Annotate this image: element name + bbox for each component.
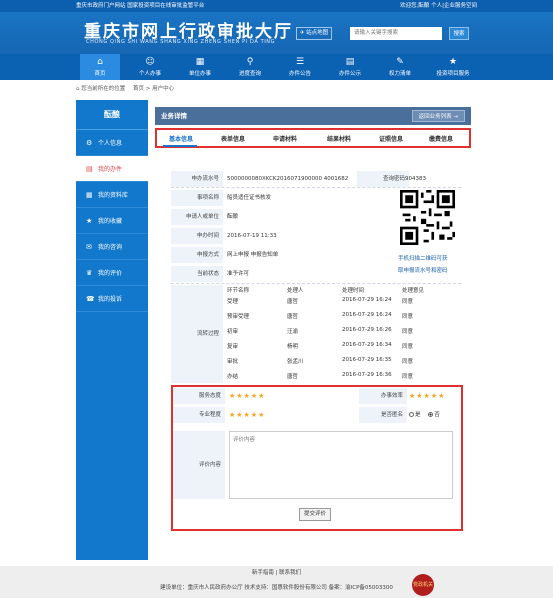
nav-publicity[interactable]: ▤ 办件公示 <box>330 54 370 80</box>
efficiency-stars[interactable]: ★★★★★ <box>409 388 445 404</box>
trophy-icon: ♛ <box>86 269 93 277</box>
government-badge-icon[interactable]: 党政机关 <box>412 574 434 596</box>
breadcrumb-current: 用户中心 <box>152 86 175 92</box>
folder-icon: ▦ <box>86 191 93 199</box>
main-panel: 业务详情 返回业务列表 → 基本信息 表单信息 申请材料 结果材料 证照信息 缴… <box>155 107 471 148</box>
breadcrumb-home[interactable]: 首页 <box>133 86 144 92</box>
divider <box>171 187 461 188</box>
document-icon: ▤ <box>86 165 93 173</box>
nav-personal[interactable]: ☺ 个人办事 <box>130 54 170 80</box>
sidebar-item-consult[interactable]: ✉ 我的咨询 <box>76 234 148 260</box>
person-icon: ☺ <box>145 57 155 67</box>
star-icon: ★ <box>86 217 93 225</box>
nav-power-list[interactable]: ✎ 权力清单 <box>380 54 420 80</box>
footer-info: 建设单位：重庆市人民政府办公厅 技术支持：国惠软件股份有限公司 备案：渝ICP备… <box>160 585 393 591</box>
tab-payment-info[interactable]: 缴费信息 <box>429 134 453 143</box>
sidebar-title: 酝酿 <box>76 100 148 130</box>
nav-notice[interactable]: ☰ 办件公告 <box>280 54 320 80</box>
tab-form-info[interactable]: 表单信息 <box>221 134 245 143</box>
site-logo-pinyin: CHONG QING SHI WANG SHANG XING ZHENG SHE… <box>86 39 276 45</box>
top-bar: 重庆市政府门户网站 国家投资项目在线审批监管平台 欢迎您,酝酿 个人|企业服务空… <box>0 0 553 12</box>
info-row-serial: 申办流水号 5000000080XKCK2016071900000 400168… <box>171 171 461 187</box>
panel-title: 业务详情 <box>161 112 187 120</box>
sidebar-item-complaints[interactable]: ☎ 我的投诉 <box>76 286 148 312</box>
table-row: 受理 唐哲 2016-07-29 16:24 同意 <box>227 297 414 305</box>
document-icon: ▤ <box>345 57 355 67</box>
nav-unit[interactable]: ▦ 单位办事 <box>180 54 220 80</box>
tab-application-materials[interactable]: 申请材料 <box>273 134 297 143</box>
top-links[interactable]: 重庆市政府门户网站 国家投资项目在线审批监管平台 <box>76 0 204 12</box>
query-password: 904383 <box>405 176 426 182</box>
sidebar-item-profile[interactable]: ⚙ 个人信息 <box>76 130 148 156</box>
sidebar-item-favorites[interactable]: ★ 我的收藏 <box>76 208 148 234</box>
active-tab-indicator <box>163 145 197 147</box>
star-icon: ★ <box>448 57 458 67</box>
tab-basic-info[interactable]: 基本信息 <box>169 134 193 143</box>
divider <box>171 283 461 284</box>
table-row: 预审受理 唐哲 2016-07-29 16:24 同意 <box>227 312 414 320</box>
anonymous-no-radio[interactable] <box>428 412 434 417</box>
phone-icon: ☎ <box>86 295 95 303</box>
gear-icon: ⚙ <box>86 139 93 147</box>
sidebar-item-library[interactable]: ▦ 我的资料库 <box>76 182 148 208</box>
search-icon: ⚲ <box>246 57 254 67</box>
profession-stars[interactable]: ★★★★★ <box>229 407 265 423</box>
anonymous-yes-radio[interactable] <box>409 412 414 417</box>
back-to-list-button[interactable]: 返回业务列表 → <box>411 110 465 122</box>
main-nav: ⌂ 首页 ☺ 个人办事 ▦ 单位办事 ⚲ 进度查询 ☰ 办件公告 ▤ 办件公示 ✎ 权力清单 … <box>0 54 553 80</box>
serial-number: 5000000080XKCK2016071900000 4001682 <box>227 176 349 182</box>
nav-home[interactable]: ⌂ 首页 <box>80 54 120 80</box>
nav-investment[interactable]: ★ 投资项目服务 <box>428 54 478 80</box>
chat-icon: ✉ <box>86 243 92 251</box>
panel-header: 业务详情 返回业务列表 → <box>155 107 471 125</box>
attitude-stars[interactable]: ★★★★★ <box>229 388 265 404</box>
tab-result-materials[interactable]: 结果材料 <box>327 134 351 143</box>
site-map-button[interactable]: ✈ 站点地图 <box>296 27 332 40</box>
qr-hint-2: 取申报流水号和密码 <box>398 268 448 274</box>
search-button[interactable]: 搜索 <box>449 27 469 40</box>
sidebar: 酝酿 ⚙ 个人信息 ▤ 我的办件 ▦ 我的资料库 ★ 我的收藏 ✉ 我的咨询 ♛ 我的评价 … <box>76 100 148 560</box>
rating-section: 服务态度 ★★★★★ 办事效率 ★★★★★ 专业程度 ★★★★★ 是否匿名 是 … <box>171 385 463 531</box>
list-icon: ☰ <box>295 57 305 67</box>
breadcrumb: ⌂ 您当前所在的位置 首页 > 用户中心 <box>76 86 175 92</box>
detail-tabs: 基本信息 表单信息 申请材料 结果材料 证照信息 缴费信息 <box>155 128 471 148</box>
building-icon: ▦ <box>195 57 205 67</box>
sidebar-item-my-cases[interactable]: ▤ 我的办件 <box>76 156 148 182</box>
flow-label: 流转过程 <box>171 285 223 383</box>
nav-progress[interactable]: ⚲ 进度查询 <box>230 54 270 80</box>
header: 重庆市网上行政审批大厅 CHONG QING SHI WANG SHANG XI… <box>0 12 553 54</box>
pen-icon: ✎ <box>396 57 404 67</box>
qr-hint-1: 手机扫描二维码可获 <box>398 256 448 262</box>
home-icon: ⌂ <box>97 57 103 67</box>
table-row: 初审 汪渝 2016-07-29 16:26 同意 <box>227 327 414 335</box>
tab-license-info[interactable]: 证照信息 <box>379 134 403 143</box>
qr-code <box>400 190 455 245</box>
submit-review-button[interactable]: 提交评价 <box>299 508 331 521</box>
search-input[interactable] <box>350 27 442 40</box>
sidebar-item-reviews[interactable]: ♛ 我的评价 <box>76 260 148 286</box>
table-row: 审批 张孟川 2016-07-29 16:35 同意 <box>227 357 414 365</box>
user-welcome[interactable]: 欢迎您,酝酿 个人|企业服务空间 <box>400 0 477 12</box>
anonymous-options: 是 否 <box>409 407 440 423</box>
table-row: 办结 唐哲 2016-07-29 16:36 同意 <box>227 372 414 380</box>
footer: 新手指南 | 联系我们 建设单位：重庆市人民政府办公厅 技术支持：国惠软件股份有… <box>0 566 553 598</box>
review-content-textarea[interactable] <box>229 431 453 499</box>
table-row: 复审 杨明 2016-07-29 16:34 同意 <box>227 342 414 350</box>
footer-links[interactable]: 新手指南 | 联系我们 <box>0 568 553 576</box>
